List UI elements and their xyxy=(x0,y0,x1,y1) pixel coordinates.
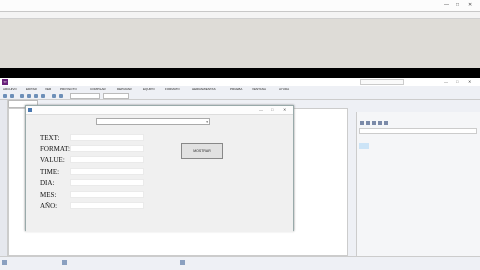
menu-ventana[interactable]: VENTANA xyxy=(252,87,266,91)
properties-icon[interactable] xyxy=(378,121,382,125)
menu-ver[interactable]: VER xyxy=(45,87,51,91)
menu-ayuda[interactable]: AYUDA xyxy=(279,87,289,91)
start-debug-button[interactable] xyxy=(70,93,100,99)
quick-launch-search[interactable] xyxy=(360,79,404,85)
form-titlebar: — □ ✕ xyxy=(26,106,293,115)
output-icon xyxy=(2,260,7,265)
background-window: — □ ✕ xyxy=(0,0,480,68)
close-button[interactable]: ✕ xyxy=(468,2,472,8)
text-value-field[interactable] xyxy=(70,134,144,141)
ano-value-field[interactable] xyxy=(70,202,144,209)
solution-explorer-toolbar xyxy=(359,120,477,127)
left-side-panel[interactable] xyxy=(0,100,8,260)
menu-compilar[interactable]: COMPILAR xyxy=(90,87,106,91)
error-list-icon xyxy=(62,260,67,265)
minimize-button[interactable]: — xyxy=(444,2,449,8)
background-toolbar xyxy=(0,12,480,19)
mostrar-button[interactable]: MOSTRAR xyxy=(181,143,223,159)
label-dia: DIA: xyxy=(40,179,55,187)
form-icon xyxy=(28,108,32,112)
solution-search-input[interactable] xyxy=(359,128,477,134)
show-all-icon[interactable] xyxy=(384,121,388,125)
maximize-button[interactable]: □ xyxy=(456,2,459,8)
background-titlebar: — □ ✕ xyxy=(0,0,480,12)
menu-proyecto[interactable]: PROYECTO xyxy=(60,87,77,91)
value-field[interactable] xyxy=(70,156,144,163)
date-time-picker[interactable]: ▾ xyxy=(96,118,210,125)
undo-icon[interactable] xyxy=(52,94,56,98)
new-project-icon[interactable] xyxy=(20,94,24,98)
configuration-dropdown[interactable] xyxy=(103,93,129,99)
form-minimize-button[interactable]: — xyxy=(259,107,263,112)
menu-equipo[interactable]: EQUIPO xyxy=(143,87,155,91)
solution-tree xyxy=(359,137,369,167)
label-text: TEXT: xyxy=(40,134,60,142)
label-time: TIME: xyxy=(40,168,60,176)
collapse-icon[interactable] xyxy=(372,121,376,125)
calendar-dropdown-icon[interactable]: ▾ xyxy=(206,119,208,125)
refresh-icon[interactable] xyxy=(366,121,370,125)
menu-depurar[interactable]: DEPURAR xyxy=(117,87,132,91)
form-body: ▾ TEXT: FORMAT: VALUE: TIME: DIA: MES: A… xyxy=(26,115,293,232)
menu-herramientas[interactable]: HERRAMIENTAS xyxy=(192,87,216,91)
menu-archivo[interactable]: ARCHIVO xyxy=(3,87,17,91)
back-icon[interactable] xyxy=(3,94,7,98)
mes-value-field[interactable] xyxy=(70,191,144,198)
label-format: FORMAT: xyxy=(40,145,70,153)
open-icon[interactable] xyxy=(27,94,31,98)
tree-item[interactable] xyxy=(359,161,369,167)
form-close-button[interactable]: ✕ xyxy=(283,107,286,112)
minimize-button[interactable]: — xyxy=(444,79,448,84)
form-maximize-button[interactable]: □ xyxy=(271,107,273,112)
label-value: VALUE: xyxy=(40,156,65,164)
label-mes: MES: xyxy=(40,191,57,199)
menu-formato[interactable]: FORMATO xyxy=(165,87,180,91)
properties-icon xyxy=(180,260,185,265)
format-value-field[interactable] xyxy=(70,145,144,152)
maximize-button[interactable]: □ xyxy=(456,79,458,84)
menu-editar[interactable]: EDITAR xyxy=(26,87,37,91)
menu-prueba[interactable]: PRUEBA xyxy=(230,87,242,91)
running-form-window: — □ ✕ ▾ TEXT: FORMAT: VALUE: TIME: DIA: … xyxy=(25,105,294,232)
save-all-icon[interactable] xyxy=(41,94,45,98)
time-value-field[interactable] xyxy=(70,168,144,175)
dia-value-field[interactable] xyxy=(70,179,144,186)
close-button[interactable]: ✕ xyxy=(468,79,471,84)
home-icon[interactable] xyxy=(360,121,364,125)
redo-icon[interactable] xyxy=(59,94,63,98)
vs-titlebar: ∞ — □ ✕ xyxy=(0,78,480,86)
vs-logo-icon: ∞ xyxy=(2,79,8,85)
bottom-tool-tabs xyxy=(0,256,480,270)
label-ano: AÑO: xyxy=(40,202,58,210)
forward-icon[interactable] xyxy=(10,94,14,98)
save-icon[interactable] xyxy=(34,94,38,98)
solution-explorer xyxy=(356,112,480,256)
vs-toolbar xyxy=(0,92,480,100)
